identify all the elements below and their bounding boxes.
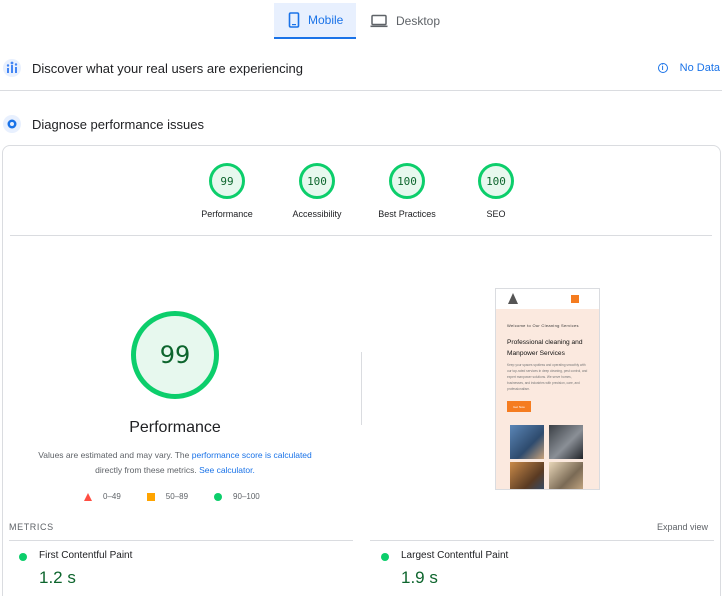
- discover-section: Discover what your real users are experi…: [0, 54, 722, 82]
- pass-circle-icon: [19, 553, 27, 561]
- tab-desktop[interactable]: Desktop: [356, 3, 456, 39]
- legend-range: 0–49: [103, 492, 121, 501]
- gauge-label: SEO: [486, 209, 506, 219]
- screenshot-headline: Professional cleaning and Manpower Servi…: [507, 339, 583, 357]
- metric-value: 1.9 s: [401, 568, 438, 587]
- screenshot-navbar: [496, 289, 599, 309]
- vertical-divider: [361, 352, 362, 425]
- device-tabs: Mobile Desktop: [274, 3, 456, 39]
- gauge-accessibility[interactable]: 100 Accessibility: [272, 163, 362, 219]
- no-data-label: No Data: [679, 62, 720, 74]
- page-screenshot: Welcome to Our Cleaning Services Profess…: [495, 288, 600, 490]
- expand-view-toggle[interactable]: Expand view: [657, 522, 708, 532]
- metrics-heading: METRICS: [9, 522, 54, 532]
- gauge-best-practices[interactable]: 100 Best Practices: [362, 163, 452, 219]
- legend-range: 90–100: [233, 492, 260, 501]
- circle-icon: [214, 492, 223, 501]
- gauge-performance[interactable]: 99 Performance: [182, 163, 272, 219]
- legend-average: 50–89: [146, 492, 189, 501]
- phone-icon: [288, 12, 300, 28]
- gauge-score: 100: [299, 163, 335, 199]
- section-divider: [0, 90, 722, 91]
- tab-mobile-label: Mobile: [308, 13, 344, 27]
- screenshot-photo: [549, 462, 583, 489]
- gauge-score: 100: [478, 163, 514, 199]
- square-icon: [146, 492, 155, 501]
- gauge-label: Accessibility: [292, 209, 342, 219]
- score-legend: 0–49 50–89 90–100: [84, 492, 286, 501]
- diagnose-title: Diagnose performance issues: [32, 116, 204, 132]
- gauge-seo[interactable]: 100 SEO: [451, 163, 541, 219]
- note-text: Values are estimated and may vary. The: [38, 450, 192, 460]
- score-note: Values are estimated and may vary. The p…: [25, 448, 325, 478]
- metric-value: 1.2 s: [39, 568, 76, 587]
- discover-title: Discover what your real users are experi…: [32, 60, 303, 76]
- performance-title: Performance: [129, 419, 221, 436]
- performance-score-link[interactable]: performance score is calculated: [192, 450, 312, 460]
- lighthouse-icon: [2, 114, 22, 134]
- screenshot-cta-button: Get Now: [507, 401, 531, 412]
- screenshot-photo: [510, 462, 544, 489]
- performance-score-gauge: 99: [131, 311, 219, 399]
- metrics-divider: [9, 540, 353, 541]
- no-data-status[interactable]: i No Data: [657, 62, 720, 74]
- triangle-icon: [84, 492, 92, 501]
- screenshot-photo: [549, 425, 583, 459]
- gauge-label: Best Practices: [378, 209, 436, 219]
- diagnose-section: Diagnose performance issues: [0, 110, 722, 138]
- pass-circle-icon: [381, 553, 389, 561]
- gauge-score: 100: [389, 163, 425, 199]
- monitor-icon: [370, 14, 388, 28]
- tab-desktop-label: Desktop: [396, 14, 441, 28]
- screenshot-photo: [510, 425, 544, 459]
- screenshot-paragraph: Keep your spaces spotless and operating …: [507, 363, 588, 391]
- note-text-2: directly from these metrics.: [95, 465, 200, 475]
- metric-name: Largest Contentful Paint: [401, 550, 509, 561]
- hamburger-menu-icon: [571, 295, 579, 303]
- metrics-divider: [370, 540, 714, 541]
- legend-range: 50–89: [165, 492, 189, 501]
- screenshot-welcome: Welcome to Our Cleaning Services: [507, 323, 579, 328]
- site-logo-icon: [508, 293, 518, 304]
- category-gauges: 99 Performance 100 Accessibility 100 Bes…: [0, 163, 722, 225]
- gauges-divider: [10, 235, 712, 236]
- gauge-label: Performance: [201, 209, 253, 219]
- tab-mobile[interactable]: Mobile: [274, 3, 356, 39]
- users-chart-icon: [2, 58, 22, 78]
- legend-pass: 90–100: [214, 492, 260, 501]
- metric-name: First Contentful Paint: [39, 550, 133, 561]
- legend-fail: 0–49: [84, 492, 121, 501]
- calculator-link[interactable]: See calculator.: [199, 465, 255, 475]
- gauge-score: 99: [209, 163, 245, 199]
- info-icon: i: [657, 63, 668, 73]
